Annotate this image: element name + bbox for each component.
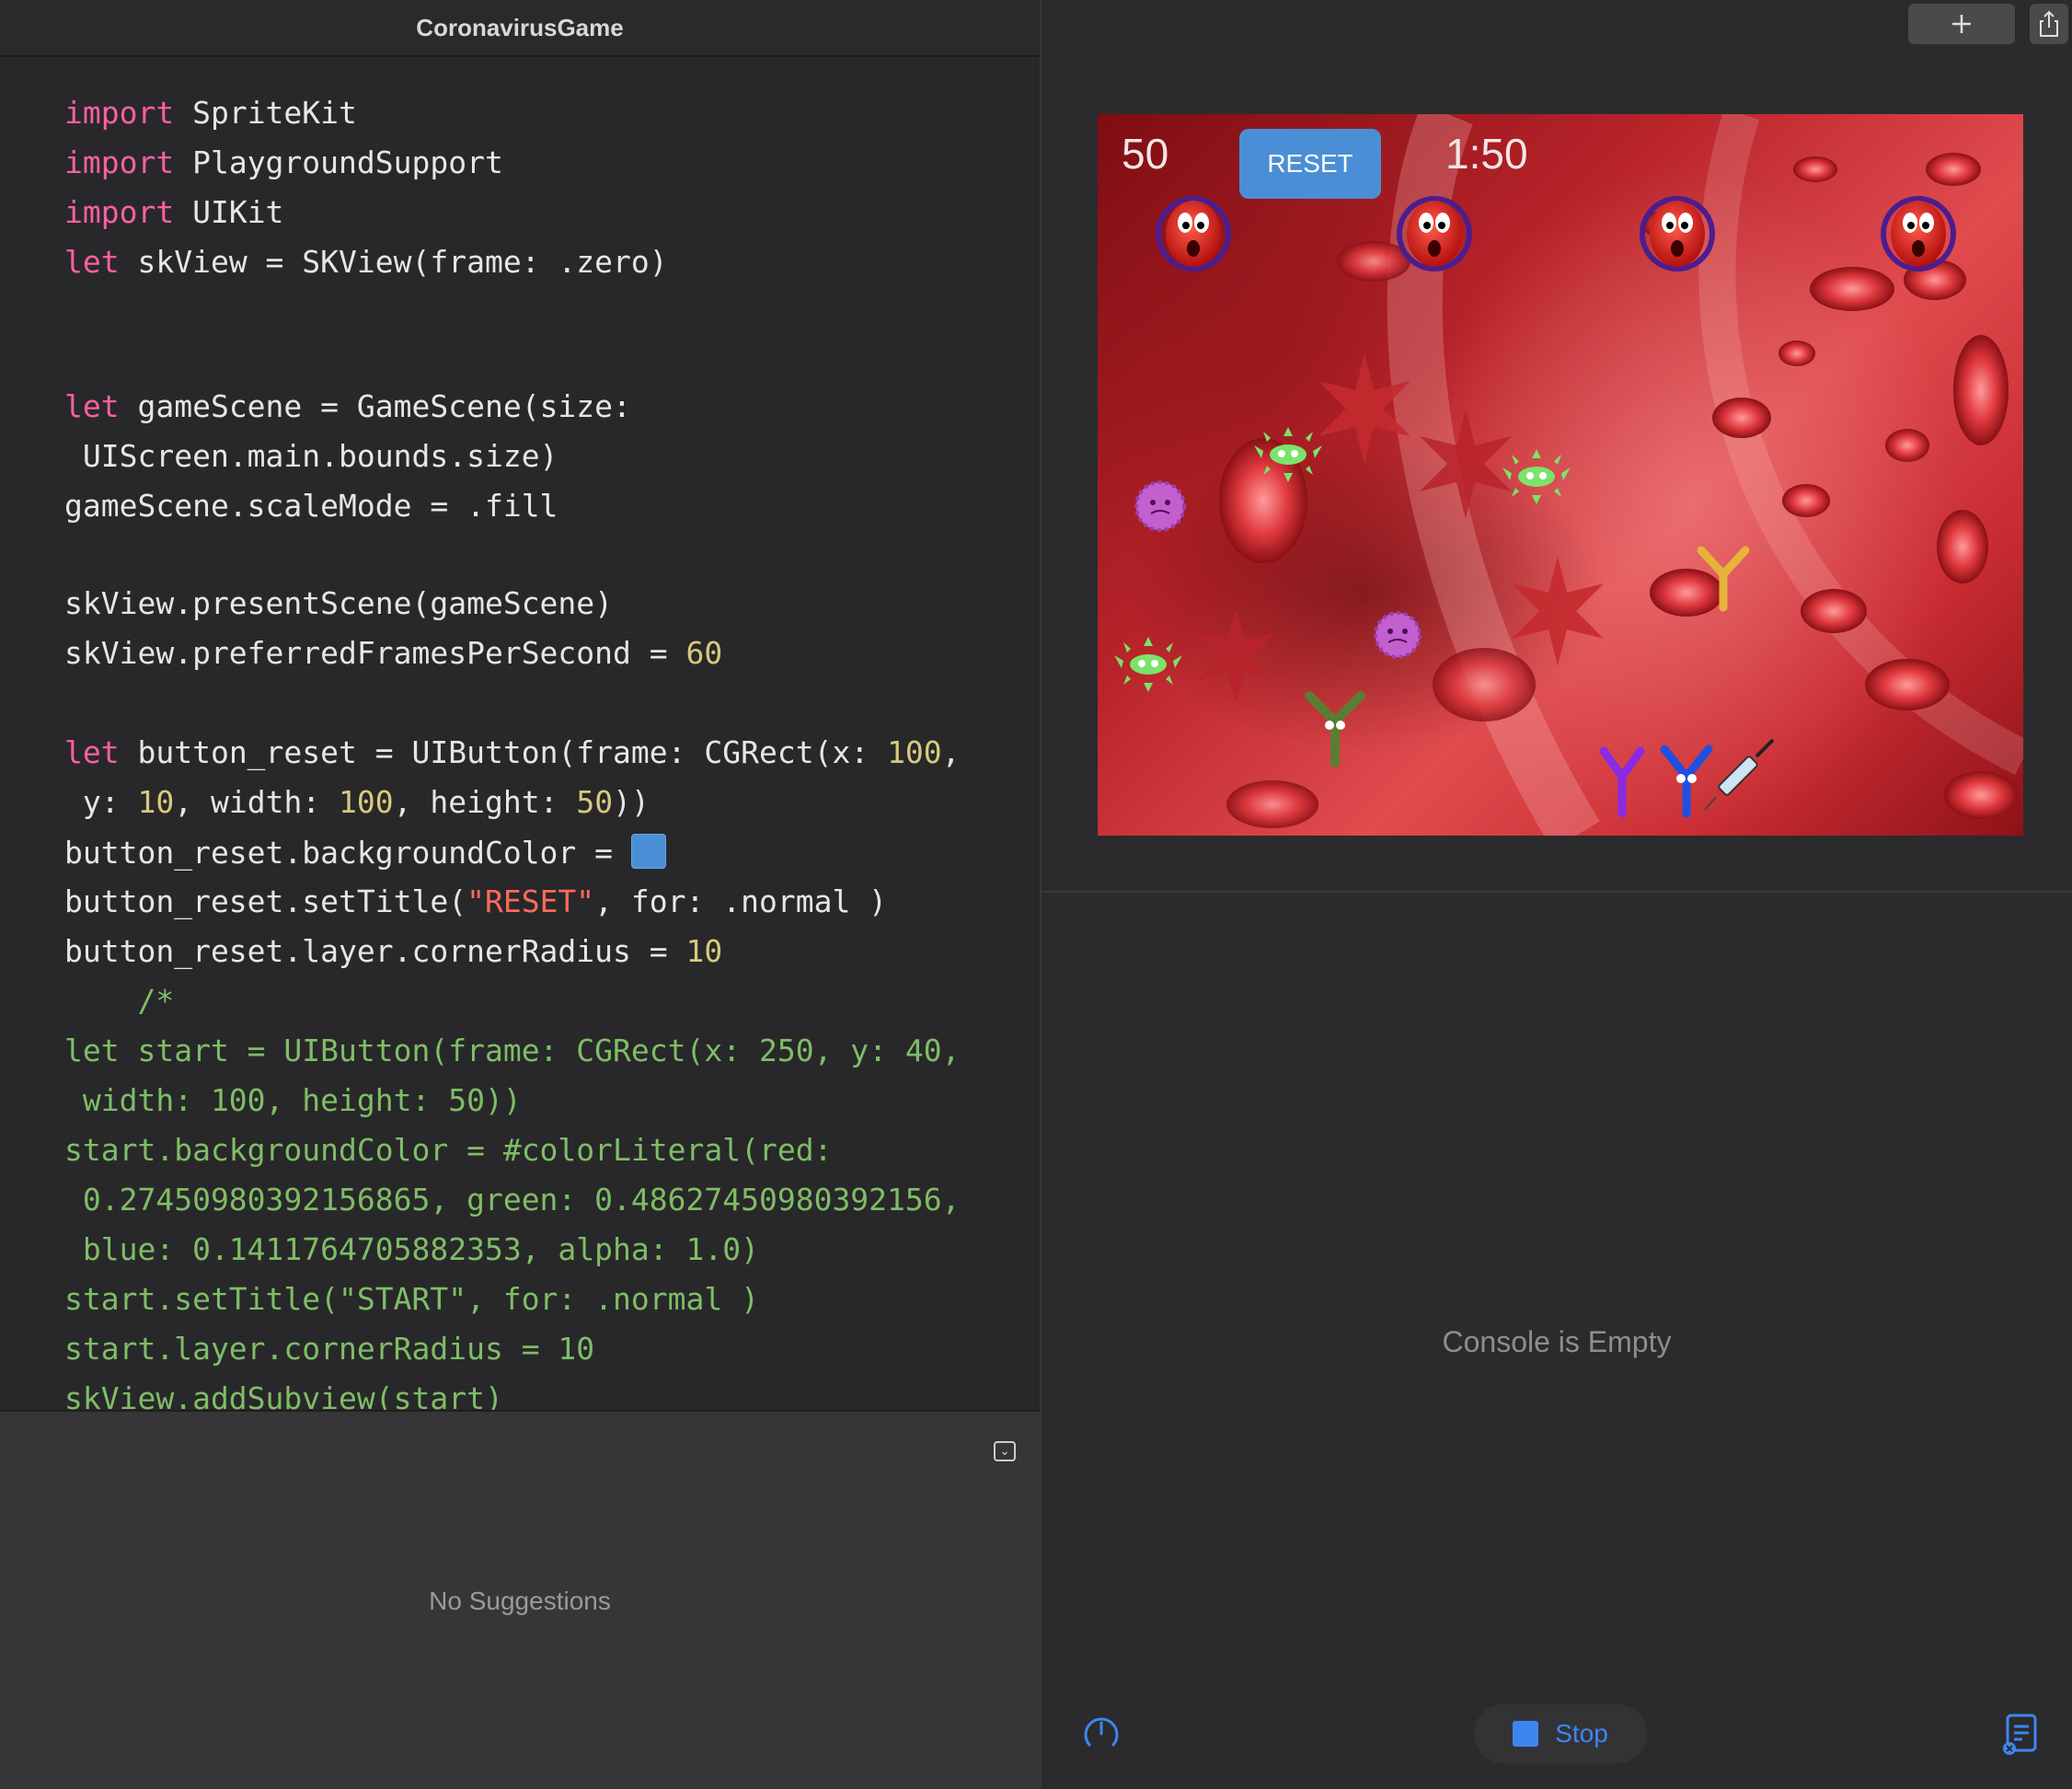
code-token: , width: — [174, 784, 340, 820]
code-token: UIKit — [174, 194, 284, 230]
code-token: gameScene.scaleMode = .fill — [64, 488, 558, 524]
antibody-purple — [1599, 746, 1645, 818]
antibody-green — [1305, 691, 1365, 768]
code-token: 100 — [887, 734, 942, 770]
code-line[interactable]: UIScreen.main.bounds.size) — [64, 438, 558, 475]
code-line[interactable]: 0.27450980392156865, green: 0.4862745098… — [64, 1182, 961, 1218]
code-token: skView.presentScene(gameScene) — [64, 585, 614, 621]
code-line[interactable]: let skView = SKView(frame: .zero) — [64, 244, 668, 281]
code-line[interactable]: start.setTitle("START", for: .normal ) — [64, 1281, 759, 1318]
code-token: )) — [613, 784, 650, 820]
code-token: UIScreen.main.bounds.size) — [64, 438, 558, 474]
code-line[interactable]: start.layer.cornerRadius = 10 — [64, 1331, 594, 1368]
code-token: let — [64, 734, 120, 770]
code-token: , — [941, 734, 961, 770]
game-scene[interactable]: 50 RESET 1:50 — [1098, 114, 2023, 836]
code-token: skView.preferredFramesPerSecond = — [64, 635, 686, 671]
code-token: 10 — [685, 933, 723, 969]
code-token: SpriteKit — [174, 95, 357, 131]
collapse-icon[interactable]: ⌄ — [994, 1441, 1016, 1461]
code-token: , height: — [393, 784, 577, 820]
code-line[interactable]: import PlaygroundSupport — [64, 144, 503, 181]
code-token: 100 — [339, 784, 394, 820]
enemy-face-4 — [1881, 196, 1956, 271]
syringe-icon — [1704, 738, 1775, 811]
code-token: button_reset.backgroundColor = — [64, 835, 631, 871]
code-line[interactable]: start.backgroundColor = #colorLiteral(re… — [64, 1132, 832, 1169]
score-label: 50 — [1122, 130, 1169, 178]
code-token: y: — [64, 784, 138, 820]
green-virus-3 — [1114, 637, 1182, 692]
code-token: start.setTitle("START", for: .normal ) — [64, 1281, 759, 1317]
code-line[interactable]: button_reset.layer.cornerRadius = 10 — [64, 933, 722, 970]
no-suggestions-label: No Suggestions — [429, 1587, 611, 1615]
code-token: button_reset.layer.cornerRadius = — [64, 933, 686, 969]
code-line[interactable]: y: 10, width: 100, height: 50)) — [64, 784, 650, 821]
code-token: start.backgroundColor = #colorLiteral(re… — [64, 1132, 833, 1168]
console-empty-label: Console is Empty — [1442, 1325, 1672, 1358]
code-token: button_reset.setTitle( — [64, 883, 467, 919]
code-token: 0.27450980392156865, green: 0.4862745098… — [64, 1182, 961, 1218]
antibody-blue — [1660, 744, 1713, 818]
code-token: "RESET" — [466, 883, 595, 919]
code-line[interactable]: let gameScene = GameScene(size: — [64, 388, 631, 425]
log-icon[interactable] — [2002, 1714, 2039, 1756]
stop-label: Stop — [1555, 1719, 1608, 1748]
enemy-face-1 — [1156, 196, 1231, 271]
code-line[interactable]: /* — [64, 983, 174, 1020]
plus-icon — [1952, 15, 1971, 33]
code-token: import — [64, 194, 175, 230]
code-line[interactable]: button_reset.backgroundColor = — [64, 834, 666, 871]
pane-divider — [1042, 891, 2072, 893]
code-line[interactable]: let button_reset = UIButton(frame: CGRec… — [64, 734, 961, 771]
gauge-icon[interactable] — [1080, 1712, 1122, 1754]
title-bar: CoronavirusGame — [0, 0, 1040, 57]
code-token: 60 — [685, 635, 723, 671]
game-background — [1114, 114, 2023, 836]
code-token: , for: .normal ) — [594, 883, 888, 919]
stop-button[interactable]: Stop — [1474, 1704, 1647, 1763]
timer-label: 1:50 — [1445, 130, 1528, 178]
code-token: let — [64, 388, 120, 424]
purple-virus-1 — [1134, 480, 1186, 532]
code-token: button_reset = UIButton(frame: CGRect(x: — [119, 734, 888, 770]
code-token: let — [64, 244, 120, 280]
code-line[interactable]: button_reset.setTitle("RESET", for: .nor… — [64, 883, 887, 920]
color-literal-swatch[interactable] — [630, 834, 666, 869]
code-line[interactable]: skView.presentScene(gameScene) — [64, 585, 613, 622]
editor-pane: CoronavirusGame import SpriteKit import P… — [0, 0, 1042, 1789]
code-line[interactable]: blue: 0.1411764705882353, alpha: 1.0) — [64, 1231, 759, 1268]
share-icon — [2040, 10, 2058, 37]
purple-virus-2 — [1374, 611, 1422, 659]
code-editor[interactable]: import SpriteKit import PlaygroundSupport… — [0, 57, 1040, 1416]
code-token: blue: 0.1411764705882353, alpha: 1.0) — [64, 1231, 759, 1267]
code-token: import — [64, 95, 175, 131]
enemy-face-3 — [1640, 196, 1715, 271]
enemy-face-2 — [1397, 196, 1472, 271]
code-token: gameScene = GameScene(size: — [119, 388, 631, 424]
code-token: import — [64, 144, 175, 180]
code-token: PlaygroundSupport — [174, 144, 503, 180]
code-token: let start = UIButton(frame: CGRect(x: 25… — [64, 1033, 961, 1068]
window-title: CoronavirusGame — [416, 13, 624, 41]
green-virus-2 — [1502, 449, 1571, 504]
code-token: skView = SKView(frame: .zero) — [119, 244, 668, 280]
code-token: 50 — [576, 784, 614, 820]
code-line[interactable]: skView.preferredFramesPerSecond = 60 — [64, 635, 722, 672]
code-line[interactable]: width: 100, height: 50)) — [64, 1082, 522, 1119]
reset-button[interactable]: RESET — [1239, 129, 1381, 199]
code-line[interactable]: let start = UIButton(frame: CGRect(x: 25… — [64, 1033, 961, 1069]
code-token: 10 — [137, 784, 175, 820]
share-button[interactable] — [2030, 4, 2068, 44]
code-token: /* — [64, 983, 175, 1019]
code-line[interactable]: import UIKit — [64, 194, 283, 231]
code-line[interactable]: gameScene.scaleMode = .fill — [64, 488, 558, 525]
code-line[interactable]: import SpriteKit — [64, 95, 357, 132]
stop-icon — [1513, 1721, 1539, 1747]
code-token: width: 100, height: 50)) — [64, 1082, 522, 1118]
add-button[interactable] — [1908, 4, 2015, 44]
suggestions-pane: ⌄ No Suggestions — [0, 1410, 1040, 1789]
code-token: start.layer.cornerRadius = 10 — [64, 1331, 595, 1367]
